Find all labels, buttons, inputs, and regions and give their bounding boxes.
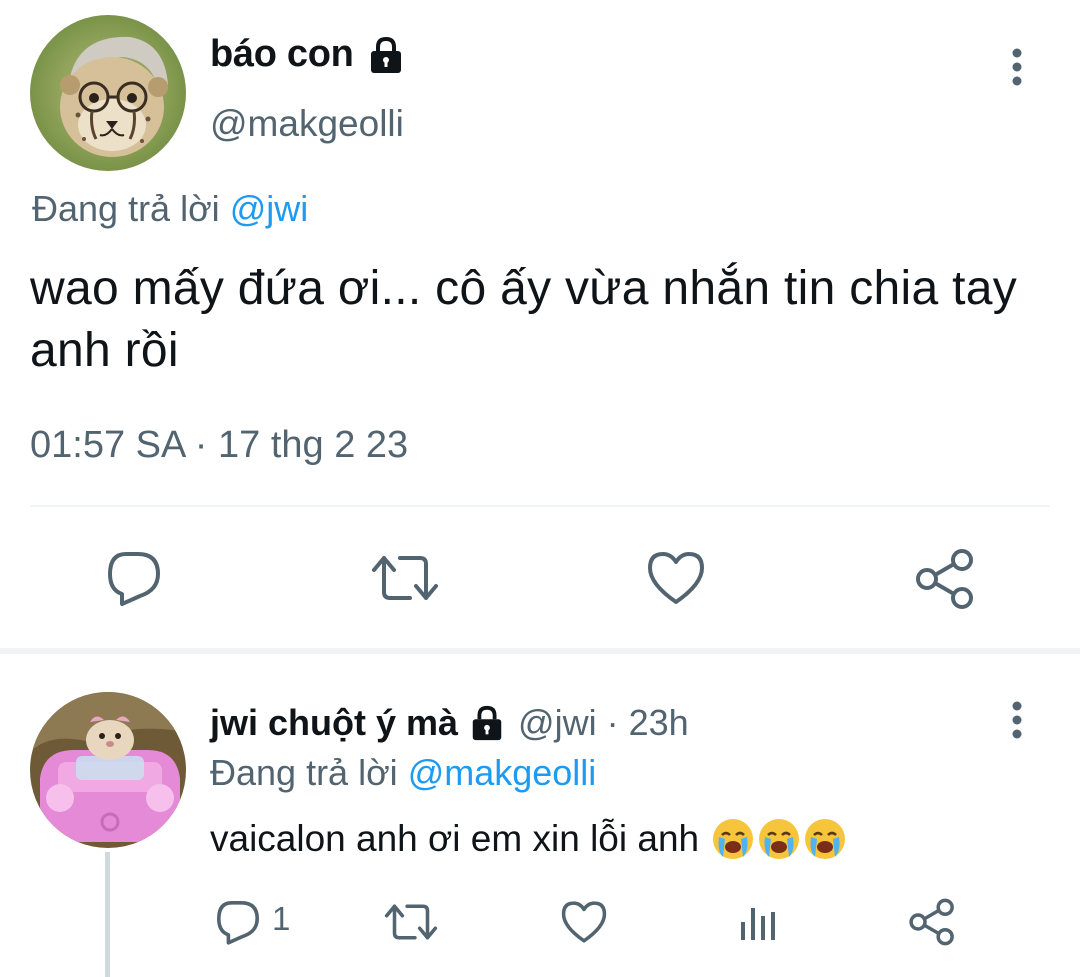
reply-header: jwi chuột ý mà @jwi · 23h: [210, 702, 689, 744]
like-icon[interactable]: [560, 900, 608, 944]
emoji-group: [711, 817, 847, 861]
tweet-text: wao mấy đứa ơi... cô ấy vừa nhắn tin chi…: [30, 262, 1018, 377]
avatar[interactable]: [30, 15, 186, 171]
crying-face-emoji: [713, 819, 754, 859]
more-icon[interactable]: [1006, 47, 1028, 92]
more-icon[interactable]: [1006, 700, 1028, 745]
lock-icon: [468, 704, 506, 742]
crying-face-emoji: [759, 819, 800, 859]
tweet-text: vaicalon anh ơi em xin lỗi anh: [210, 817, 847, 861]
share-icon[interactable]: [908, 898, 956, 946]
share-icon[interactable]: [914, 548, 976, 610]
tweet-detail-screen: báo con @makgeolli Đang trả lời @jwi wao: [0, 0, 1080, 977]
retweet-icon[interactable]: [383, 900, 439, 944]
replying-prefix: Đang trả lời: [32, 188, 230, 229]
replying-to: Đang trả lời @jwi: [32, 188, 308, 230]
handle-time[interactable]: @jwi · 23h: [518, 702, 689, 744]
section-divider: [0, 648, 1080, 654]
retweet-icon[interactable]: [370, 550, 440, 606]
reply-count: 1: [272, 900, 291, 937]
display-name-row: báo con: [210, 33, 406, 76]
timestamp[interactable]: 01:57 SA · 17 thg 2 23: [30, 424, 408, 467]
reply-icon[interactable]: [214, 898, 262, 946]
replying-to: Đang trả lời @makgeolli: [210, 752, 596, 794]
mention-link[interactable]: @makgeolli: [408, 752, 597, 793]
display-name[interactable]: báo con: [210, 33, 354, 76]
lock-icon: [366, 35, 406, 75]
tweet-text-body: vaicalon anh ơi em xin lỗi anh: [210, 818, 700, 859]
like-icon[interactable]: [646, 550, 706, 606]
crying-face-emoji: [805, 819, 846, 859]
reply-icon[interactable]: [104, 548, 164, 608]
thread-line: [105, 852, 110, 977]
handle[interactable]: @makgeolli: [210, 103, 404, 145]
mention-link[interactable]: @jwi: [230, 188, 309, 229]
replying-prefix: Đang trả lời: [210, 752, 408, 793]
analytics-icon[interactable]: [738, 902, 778, 942]
display-name[interactable]: jwi chuột ý mà: [210, 702, 458, 744]
avatar[interactable]: [30, 692, 186, 848]
divider: [30, 505, 1050, 507]
main-tweet: báo con @makgeolli Đang trả lời @jwi wao: [0, 0, 1080, 650]
